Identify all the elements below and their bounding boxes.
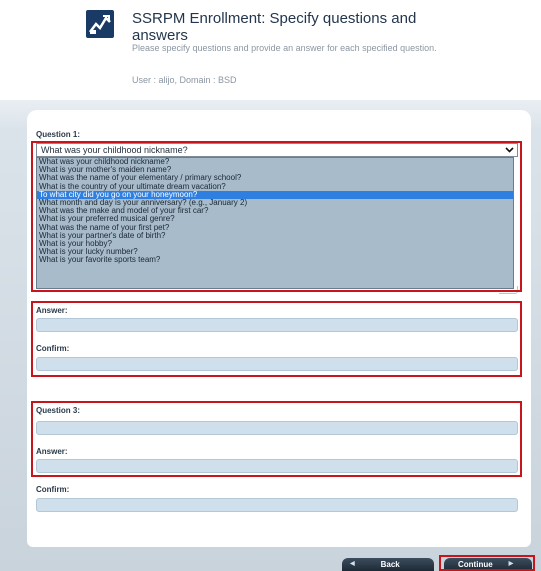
confirm3-label: Confirm:	[36, 485, 70, 494]
answer3-field[interactable]	[36, 459, 518, 473]
continue-button-label: Continue	[458, 560, 493, 569]
confirm3-field[interactable]	[36, 498, 518, 512]
arrow-right-icon: ▶	[508, 561, 514, 567]
question1-selected-value: What was your childhood nickname?	[41, 145, 188, 155]
answer2-field[interactable]	[36, 318, 518, 332]
page-subtitle: Please specify questions and provide an …	[132, 43, 437, 53]
page-title: SSRPM Enrollment: Specify questions and …	[132, 10, 417, 44]
continue-button[interactable]: Continue ▶	[444, 558, 532, 571]
answer2-label: Answer:	[36, 306, 68, 315]
back-button-label: Back	[380, 560, 400, 569]
question1-dropdown-list[interactable]: What was your childhood nickname? What i…	[36, 157, 514, 289]
question1-select[interactable]: What was your childhood nickname?	[36, 143, 518, 157]
answer3-label: Answer:	[36, 447, 68, 456]
arrow-left-icon: ◀	[350, 561, 355, 567]
hidden-field-edge	[499, 286, 518, 294]
back-button[interactable]: ◀ Back	[342, 558, 434, 571]
user-domain-info: User : alijo, Domain : BSD	[132, 75, 237, 85]
question3-label: Question 3:	[36, 406, 81, 415]
confirm2-field[interactable]	[36, 357, 518, 371]
dropdown-option[interactable]: What is your favorite sports team?	[37, 256, 513, 264]
enrollment-logo-icon	[86, 10, 114, 38]
question1-label: Question 1:	[36, 130, 81, 139]
chevron-down-icon[interactable]	[504, 145, 515, 155]
confirm2-label: Confirm:	[36, 344, 70, 353]
question3-field[interactable]	[36, 421, 518, 435]
